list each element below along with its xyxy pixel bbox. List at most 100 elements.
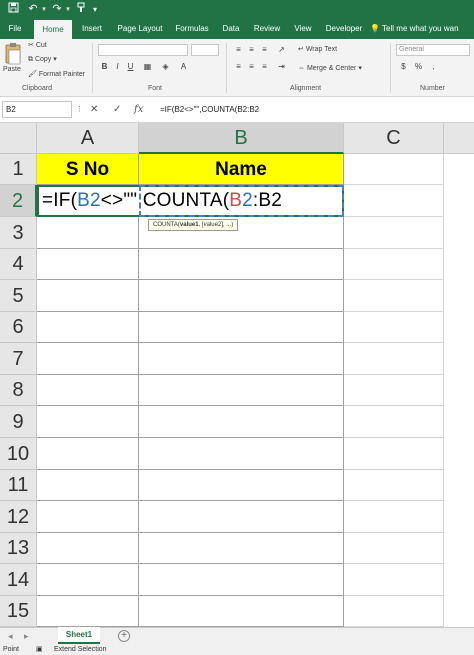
percent-icon[interactable]: % bbox=[413, 61, 424, 72]
cell-c10[interactable] bbox=[344, 438, 444, 470]
paste-icon[interactable] bbox=[3, 42, 23, 66]
cell-b7[interactable] bbox=[139, 343, 344, 375]
cell-c8[interactable] bbox=[344, 375, 444, 406]
cell-a3[interactable] bbox=[37, 217, 139, 249]
cell-c9[interactable] bbox=[344, 406, 444, 438]
cancel-icon[interactable]: ✕ bbox=[90, 102, 98, 117]
cell-a9[interactable] bbox=[37, 406, 139, 438]
align-center-icon[interactable]: ≡ bbox=[246, 61, 257, 72]
cell-b11[interactable] bbox=[139, 470, 344, 501]
row-header[interactable]: 9 bbox=[0, 406, 37, 438]
cut-button[interactable]: ✂ Cut bbox=[28, 41, 47, 51]
cell-c11[interactable] bbox=[344, 470, 444, 501]
align-right-icon[interactable]: ≡ bbox=[259, 61, 270, 72]
row-header[interactable]: 1 bbox=[0, 154, 37, 185]
sheet-tab-sheet1[interactable]: Sheet1 bbox=[58, 627, 100, 644]
cell-b12[interactable] bbox=[139, 501, 344, 533]
cell-b5[interactable] bbox=[139, 280, 344, 312]
column-header-d[interactable] bbox=[444, 123, 474, 154]
redo-dropdown-icon[interactable]: ▾ bbox=[64, 2, 72, 17]
cell-b8[interactable] bbox=[139, 375, 344, 406]
tab-formulas[interactable]: Formulas bbox=[172, 19, 212, 39]
tab-insert[interactable]: Insert bbox=[76, 19, 108, 39]
borders-icon[interactable]: ▦ bbox=[142, 61, 153, 72]
cell-c7[interactable] bbox=[344, 343, 444, 375]
cell-a1[interactable]: S No bbox=[37, 154, 139, 185]
select-all-corner[interactable] bbox=[0, 123, 37, 154]
tell-me-search[interactable]: 💡 Tell me what you wan bbox=[370, 19, 459, 39]
row-header[interactable]: 3 bbox=[0, 217, 37, 249]
cell-b13[interactable] bbox=[139, 533, 344, 564]
font-name-box[interactable] bbox=[98, 44, 188, 56]
paste-label[interactable]: Paste bbox=[3, 65, 21, 75]
tab-review[interactable]: Review bbox=[250, 19, 284, 39]
scroll-right-icon[interactable]: ▸ bbox=[24, 630, 29, 642]
undo-dropdown-icon[interactable]: ▾ bbox=[40, 2, 48, 17]
row-header[interactable]: 14 bbox=[0, 564, 37, 596]
enter-icon[interactable]: ✓ bbox=[113, 102, 121, 117]
format-painter-button[interactable]: 🖌 Format Painter bbox=[28, 70, 85, 80]
align-left-icon[interactable]: ≡ bbox=[233, 61, 244, 72]
cell-a13[interactable] bbox=[37, 533, 139, 564]
cell-a8[interactable] bbox=[37, 375, 139, 406]
tab-developer[interactable]: Developer bbox=[322, 19, 366, 39]
cell-a11[interactable] bbox=[37, 470, 139, 501]
font-size-box[interactable] bbox=[191, 44, 219, 56]
number-format-select[interactable]: General bbox=[396, 44, 470, 56]
cell-c4[interactable] bbox=[344, 249, 444, 280]
tab-page-layout[interactable]: Page Layout bbox=[114, 19, 166, 39]
cell-b1[interactable]: Name bbox=[139, 154, 344, 185]
cell-b6[interactable] bbox=[139, 312, 344, 343]
tab-view[interactable]: View bbox=[290, 19, 316, 39]
row-header[interactable]: 12 bbox=[0, 501, 37, 533]
row-header[interactable]: 13 bbox=[0, 533, 37, 564]
row-header[interactable]: 2 bbox=[0, 185, 37, 217]
align-middle-icon[interactable]: ≡ bbox=[246, 44, 257, 55]
bold-icon[interactable]: B bbox=[99, 61, 110, 72]
merge-center-button[interactable]: ⇔ Merge & Center ▾ bbox=[298, 64, 362, 74]
customize-toolbar-icon[interactable]: ▾ bbox=[90, 2, 100, 17]
save-icon[interactable] bbox=[6, 2, 20, 17]
font-color-icon[interactable]: A bbox=[178, 61, 189, 72]
column-header-a[interactable]: A bbox=[37, 123, 139, 154]
tab-data[interactable]: Data bbox=[218, 19, 244, 39]
cell-a2-editing[interactable]: =IF(B2<>"",COUNTA(B2:B2 bbox=[37, 185, 344, 217]
row-header[interactable]: 10 bbox=[0, 438, 37, 470]
name-box[interactable]: B2 bbox=[2, 101, 72, 118]
cell-b10[interactable] bbox=[139, 438, 344, 470]
cell-a14[interactable] bbox=[37, 564, 139, 596]
italic-icon[interactable]: I bbox=[112, 61, 123, 72]
orientation-icon[interactable]: ↗ bbox=[276, 44, 287, 55]
row-header[interactable]: 15 bbox=[0, 596, 37, 627]
insert-function-icon[interactable]: fx bbox=[134, 102, 143, 117]
column-header-c[interactable]: C bbox=[344, 123, 444, 154]
cell-b15[interactable] bbox=[139, 596, 344, 627]
cell-c1[interactable] bbox=[344, 154, 444, 185]
align-bottom-icon[interactable]: ≡ bbox=[259, 44, 270, 55]
cell-a6[interactable] bbox=[37, 312, 139, 343]
undo-icon[interactable]: ↶ bbox=[26, 2, 40, 17]
cell-b4[interactable] bbox=[139, 249, 344, 280]
cell-b9[interactable] bbox=[139, 406, 344, 438]
align-top-icon[interactable]: ≡ bbox=[233, 44, 244, 55]
tab-file[interactable]: File bbox=[0, 19, 30, 39]
cell-b14[interactable] bbox=[139, 564, 344, 596]
fill-color-icon[interactable]: ◈ bbox=[160, 61, 171, 72]
cell-c6[interactable] bbox=[344, 312, 444, 343]
redo-icon[interactable]: ↷ bbox=[50, 2, 64, 17]
cell-c15[interactable] bbox=[344, 596, 444, 627]
currency-icon[interactable]: $ bbox=[398, 61, 409, 72]
cell-c13[interactable] bbox=[344, 533, 444, 564]
function-tooltip[interactable]: COUNTA(value1, [value2], ...) bbox=[148, 219, 239, 231]
scroll-left-icon[interactable]: ◂ bbox=[8, 630, 13, 642]
cell-a10[interactable] bbox=[37, 438, 139, 470]
cell-c2[interactable] bbox=[344, 185, 444, 217]
cell-a7[interactable] bbox=[37, 343, 139, 375]
cell-c5[interactable] bbox=[344, 280, 444, 312]
copy-button[interactable]: ⧉ Copy ▾ bbox=[28, 55, 57, 65]
cell-a12[interactable] bbox=[37, 501, 139, 533]
row-header[interactable]: 11 bbox=[0, 470, 37, 501]
add-sheet-icon[interactable]: + bbox=[118, 630, 130, 642]
cell-a5[interactable] bbox=[37, 280, 139, 312]
row-header[interactable]: 5 bbox=[0, 280, 37, 312]
